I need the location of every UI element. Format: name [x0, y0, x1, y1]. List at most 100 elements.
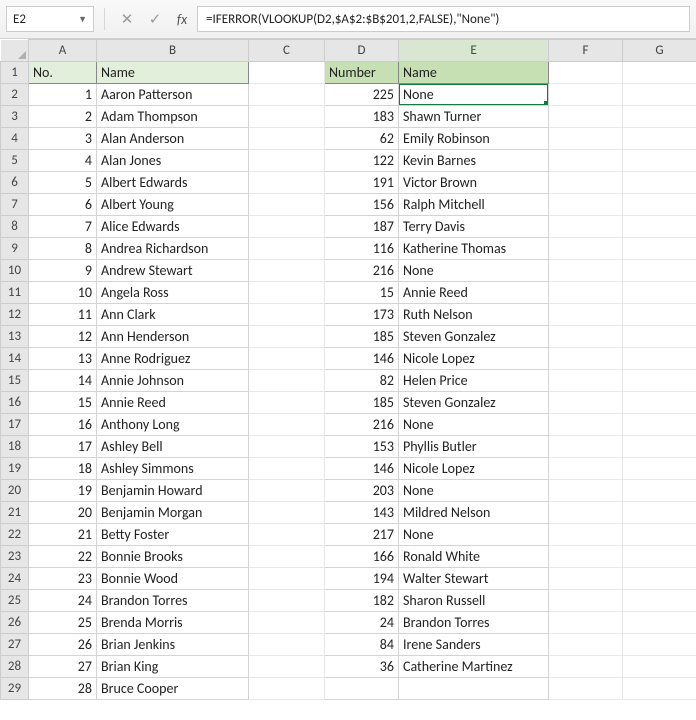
cell-G13[interactable]	[623, 326, 696, 348]
cell-G28[interactable]	[623, 656, 696, 678]
cell-F26[interactable]	[549, 612, 623, 634]
cell-B25[interactable]: Brandon Torres	[97, 590, 249, 612]
cell-C12[interactable]	[249, 304, 325, 326]
row-header[interactable]: 3	[1, 106, 29, 128]
cell-D16[interactable]: 185	[325, 392, 399, 414]
cell-A29[interactable]: 28	[29, 678, 97, 700]
cell-C29[interactable]	[249, 678, 325, 700]
fx-icon[interactable]: fx	[171, 11, 193, 28]
cell-B24[interactable]: Bonnie Wood	[97, 568, 249, 590]
row-header[interactable]: 23	[1, 546, 29, 568]
cell-C24[interactable]	[249, 568, 325, 590]
cell-F10[interactable]	[549, 260, 623, 282]
cell-E27[interactable]: Irene Sanders	[399, 634, 549, 656]
row-header[interactable]: 1	[1, 62, 29, 84]
cell-E11[interactable]: Annie Reed	[399, 282, 549, 304]
column-header-D[interactable]: D	[325, 40, 399, 62]
cell-E24[interactable]: Walter Stewart	[399, 568, 549, 590]
cell-B13[interactable]: Ann Henderson	[97, 326, 249, 348]
cell-B12[interactable]: Ann Clark	[97, 304, 249, 326]
cell-D2[interactable]: 225	[325, 84, 399, 106]
cell-F25[interactable]	[549, 590, 623, 612]
cell-A19[interactable]: 18	[29, 458, 97, 480]
cell-A20[interactable]: 19	[29, 480, 97, 502]
confirm-icon[interactable]: ✓	[143, 7, 167, 31]
cell-G26[interactable]	[623, 612, 696, 634]
cell-D7[interactable]: 156	[325, 194, 399, 216]
cell-F6[interactable]	[549, 172, 623, 194]
cell-A16[interactable]: 15	[29, 392, 97, 414]
cell-A7[interactable]: 6	[29, 194, 97, 216]
cell-B9[interactable]: Andrea Richardson	[97, 238, 249, 260]
cell-F15[interactable]	[549, 370, 623, 392]
cell-D29[interactable]	[325, 678, 399, 700]
cell-B7[interactable]: Albert Young	[97, 194, 249, 216]
row-header[interactable]: 12	[1, 304, 29, 326]
cell-B15[interactable]: Annie Johnson	[97, 370, 249, 392]
row-header[interactable]: 22	[1, 524, 29, 546]
cell-G7[interactable]	[623, 194, 696, 216]
cell-D4[interactable]: 62	[325, 128, 399, 150]
cell-E13[interactable]: Steven Gonzalez	[399, 326, 549, 348]
cell-C2[interactable]	[249, 84, 325, 106]
cell-B6[interactable]: Albert Edwards	[97, 172, 249, 194]
cell-F1[interactable]	[549, 62, 623, 84]
cell-B14[interactable]: Anne Rodriguez	[97, 348, 249, 370]
column-header-C[interactable]: C	[249, 40, 325, 62]
cancel-icon[interactable]: ✕	[115, 7, 139, 31]
cell-C1[interactable]	[249, 62, 325, 84]
cell-D20[interactable]: 203	[325, 480, 399, 502]
cell-E5[interactable]: Kevin Barnes	[399, 150, 549, 172]
cell-G24[interactable]	[623, 568, 696, 590]
cell-F2[interactable]	[549, 84, 623, 106]
cell-D14[interactable]: 146	[325, 348, 399, 370]
cell-B21[interactable]: Benjamin Morgan	[97, 502, 249, 524]
cell-B20[interactable]: Benjamin Howard	[97, 480, 249, 502]
cell-B1[interactable]: Name	[97, 62, 249, 84]
cell-G1[interactable]	[623, 62, 696, 84]
cell-D18[interactable]: 153	[325, 436, 399, 458]
cell-E28[interactable]: Catherine Martinez	[399, 656, 549, 678]
cell-A8[interactable]: 7	[29, 216, 97, 238]
cell-A12[interactable]: 11	[29, 304, 97, 326]
cell-E17[interactable]: None	[399, 414, 549, 436]
cell-G20[interactable]	[623, 480, 696, 502]
cell-E2[interactable]: None	[399, 84, 549, 106]
cell-D19[interactable]: 146	[325, 458, 399, 480]
cell-A28[interactable]: 27	[29, 656, 97, 678]
cell-B11[interactable]: Angela Ross	[97, 282, 249, 304]
cell-C18[interactable]	[249, 436, 325, 458]
cell-C23[interactable]	[249, 546, 325, 568]
cell-C21[interactable]	[249, 502, 325, 524]
cell-F20[interactable]	[549, 480, 623, 502]
column-header-A[interactable]: A	[29, 40, 97, 62]
row-header[interactable]: 16	[1, 392, 29, 414]
cell-B5[interactable]: Alan Jones	[97, 150, 249, 172]
cell-C4[interactable]	[249, 128, 325, 150]
cell-A6[interactable]: 5	[29, 172, 97, 194]
cell-D10[interactable]: 216	[325, 260, 399, 282]
cell-E22[interactable]: None	[399, 524, 549, 546]
cell-D11[interactable]: 15	[325, 282, 399, 304]
cell-A27[interactable]: 26	[29, 634, 97, 656]
cell-D13[interactable]: 185	[325, 326, 399, 348]
row-header[interactable]: 7	[1, 194, 29, 216]
cell-A14[interactable]: 13	[29, 348, 97, 370]
cell-F13[interactable]	[549, 326, 623, 348]
cell-C20[interactable]	[249, 480, 325, 502]
cell-G5[interactable]	[623, 150, 696, 172]
cell-C5[interactable]	[249, 150, 325, 172]
cell-F11[interactable]	[549, 282, 623, 304]
cell-E9[interactable]: Katherine Thomas	[399, 238, 549, 260]
cell-F19[interactable]	[549, 458, 623, 480]
cell-B26[interactable]: Brenda Morris	[97, 612, 249, 634]
cell-G9[interactable]	[623, 238, 696, 260]
cell-E7[interactable]: Ralph Mitchell	[399, 194, 549, 216]
cell-C14[interactable]	[249, 348, 325, 370]
row-header[interactable]: 11	[1, 282, 29, 304]
cell-D22[interactable]: 217	[325, 524, 399, 546]
cell-D28[interactable]: 36	[325, 656, 399, 678]
cell-F18[interactable]	[549, 436, 623, 458]
row-header[interactable]: 8	[1, 216, 29, 238]
cell-C11[interactable]	[249, 282, 325, 304]
